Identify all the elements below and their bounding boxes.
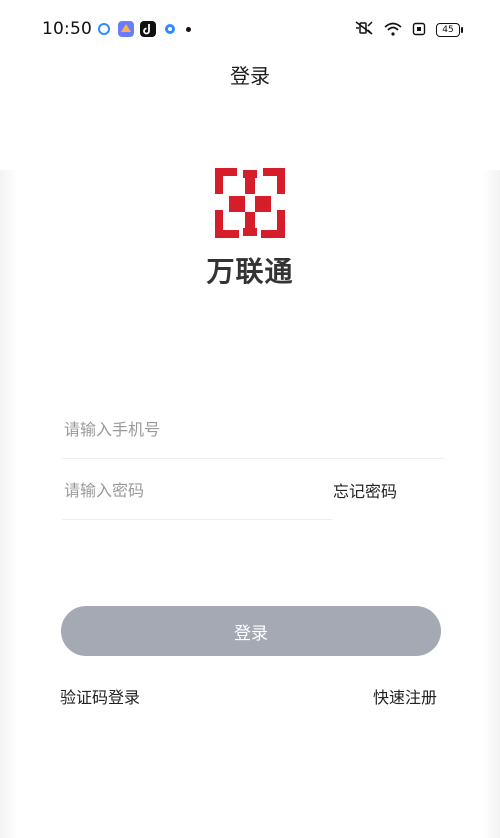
login-screen: 10:50 45 登录 万联通 请输入手机号 忘记密码 登录 验证码登录 快速注… [0, 0, 500, 838]
status-bar: 10:50 45 [0, 0, 500, 58]
login-button[interactable]: 登录 [61, 606, 441, 656]
status-app-icon [96, 21, 112, 37]
battery-icon: 45 [436, 23, 463, 37]
page-title: 登录 [230, 63, 270, 88]
status-right-icons: 45 [354, 20, 463, 40]
phone-input[interactable] [62, 399, 444, 459]
sms-login-link[interactable]: 验证码登录 [60, 684, 140, 708]
mute-icon [354, 20, 374, 40]
notification-dot-icon [186, 26, 191, 32]
forgot-password-link[interactable]: 忘记密码 [333, 478, 397, 502]
status-time: 10:50 [42, 19, 92, 39]
register-link[interactable]: 快速注册 [373, 684, 437, 708]
brand-logo: 万联通 [205, 162, 295, 288]
status-app-icon [118, 21, 134, 37]
brand-logo-icon [215, 168, 285, 238]
wifi-icon [384, 21, 402, 40]
status-app-icon [140, 21, 156, 37]
password-field [62, 460, 332, 520]
password-input[interactable] [62, 460, 332, 520]
phone-field [62, 399, 444, 459]
status-app-icons [96, 21, 191, 37]
brand-name: 万联通 [206, 255, 294, 288]
left-edge-shadow [0, 170, 18, 838]
navbar: 登录 [0, 52, 500, 96]
sim-icon [412, 21, 426, 40]
status-app-icon [162, 21, 178, 37]
right-edge-shadow [482, 170, 500, 838]
